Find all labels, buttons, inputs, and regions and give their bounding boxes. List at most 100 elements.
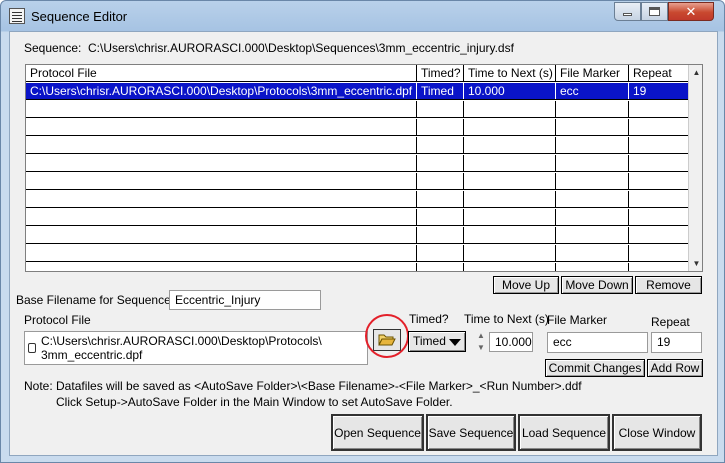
stepper-down-icon[interactable]: ▼ — [474, 342, 488, 354]
table-cell — [26, 209, 417, 225]
note-line-1: Note: Datafiles will be saved as <AutoSa… — [24, 379, 582, 393]
sequence-path: C:\Users\chrisr.AURORASCI.000\Desktop\Se… — [88, 41, 514, 55]
protocol-file-path[interactable]: C:\Users\chrisr.AURORASCI.000\Desktop\Pr… — [24, 331, 368, 365]
table-cell — [556, 227, 629, 243]
table-cell — [556, 209, 629, 225]
time-to-next-input[interactable]: 10.000 — [489, 332, 533, 352]
table-row[interactable]: C:\Users\chrisr.AURORASCI.000\Desktop\Pr… — [26, 83, 688, 100]
table-cell — [417, 155, 464, 171]
maximize-button[interactable] — [641, 2, 668, 21]
open-sequence-button[interactable]: Open Sequence — [331, 414, 424, 451]
protocol-file-path-line1: C:\Users\chrisr.AURORASCI.000\Desktop\Pr… — [41, 334, 322, 348]
table-cell — [417, 119, 464, 135]
scroll-up-icon[interactable]: ▲ — [689, 65, 702, 80]
sequence-table[interactable]: Protocol File Timed? Time to Next (s) Fi… — [25, 64, 703, 272]
table-row[interactable] — [26, 191, 688, 208]
repeat-input[interactable]: 19 — [651, 332, 702, 353]
table-row[interactable] — [26, 263, 688, 271]
timed-label: Timed? — [409, 312, 449, 326]
table-cell — [556, 155, 629, 171]
table-row[interactable] — [26, 209, 688, 226]
timed-dropdown-value: Timed — [413, 334, 446, 348]
table-cell — [556, 119, 629, 135]
table-cell — [417, 173, 464, 189]
time-stepper[interactable]: ▲ ▼ — [474, 330, 488, 354]
base-filename-label: Base Filename for Sequence — [16, 293, 171, 307]
table-row[interactable] — [26, 101, 688, 118]
time-to-next-label: Time to Next (s) — [464, 312, 549, 326]
table-cell — [556, 173, 629, 189]
scroll-down-icon[interactable]: ▼ — [689, 256, 702, 271]
table-cell — [26, 263, 417, 271]
close-window-button[interactable]: Close Window — [612, 414, 702, 451]
window-title: Sequence Editor — [31, 9, 128, 24]
table-cell — [464, 119, 556, 135]
load-sequence-button[interactable]: Load Sequence — [518, 414, 610, 451]
table-cell — [464, 227, 556, 243]
app-icon — [9, 8, 25, 24]
cell-repeat: 19 — [633, 84, 647, 98]
table-row[interactable] — [26, 227, 688, 244]
base-filename-input[interactable]: Eccentric_Injury — [169, 290, 321, 310]
title-bar[interactable]: Sequence Editor ✕ — [1, 1, 724, 31]
close-icon: ✕ — [685, 3, 697, 19]
move-up-button[interactable]: Move Up — [493, 276, 559, 294]
file-marker-input[interactable]: ecc — [547, 332, 648, 353]
table-scrollbar[interactable]: ▲ ▼ — [688, 65, 702, 271]
table-cell — [464, 263, 556, 271]
table-cell — [556, 101, 629, 117]
minimize-icon — [623, 13, 632, 16]
table-cell — [26, 191, 417, 207]
table-cell — [629, 119, 688, 135]
close-window-x-button[interactable]: ✕ — [668, 2, 714, 21]
table-cell — [556, 263, 629, 271]
table-cell — [464, 101, 556, 117]
commit-changes-button[interactable]: Commit Changes — [545, 359, 645, 377]
table-row[interactable] — [26, 245, 688, 262]
minimize-button[interactable] — [614, 2, 641, 21]
stepper-up-icon[interactable]: ▲ — [474, 330, 488, 342]
table-cell — [417, 101, 464, 117]
remove-button[interactable]: Remove — [635, 276, 702, 294]
table-row[interactable] — [26, 155, 688, 172]
table-cell — [417, 263, 464, 271]
table-cell — [556, 245, 629, 261]
chevron-down-icon — [449, 339, 461, 346]
table-cell — [629, 191, 688, 207]
table-cell — [417, 209, 464, 225]
table-cell — [629, 227, 688, 243]
table-row[interactable] — [26, 137, 688, 154]
maximize-icon — [649, 7, 660, 16]
header-protocol-file: Protocol File — [26, 65, 417, 81]
timed-dropdown[interactable]: Timed — [408, 331, 466, 352]
table-cell — [629, 101, 688, 117]
save-sequence-button[interactable]: Save Sequence — [426, 414, 516, 451]
table-cell — [26, 173, 417, 189]
table-row[interactable] — [26, 119, 688, 136]
header-timed: Timed? — [417, 65, 464, 81]
cell-file-marker: ecc — [556, 83, 629, 99]
protocol-file-path-line2: 3mm_eccentric.dpf — [41, 348, 143, 362]
cell-protocol-file: C:\Users\chrisr.AURORASCI.000\Desktop\Pr… — [26, 83, 417, 99]
header-time-to-next: Time to Next (s) — [464, 65, 556, 81]
table-cell — [629, 137, 688, 153]
move-down-button[interactable]: Move Down — [561, 276, 633, 294]
table-cell — [629, 155, 688, 171]
table-cell — [26, 137, 417, 153]
client-area: Sequence: C:\Users\chrisr.AURORASCI.000\… — [9, 31, 718, 456]
table-cell — [417, 137, 464, 153]
sequence-label: Sequence: — [24, 41, 82, 55]
cell-time-to-next: 10.000 — [464, 83, 556, 99]
protocol-file-label: Protocol File — [24, 313, 91, 327]
table-cell — [417, 191, 464, 207]
table-cell — [464, 245, 556, 261]
table-cell — [26, 227, 417, 243]
table-cell — [629, 263, 688, 271]
table-cell — [629, 209, 688, 225]
add-row-button[interactable]: Add Row — [647, 359, 703, 377]
highlight-circle — [365, 314, 409, 358]
table-cell — [464, 191, 556, 207]
header-repeat: Repeat — [633, 66, 672, 80]
table-cell — [417, 227, 464, 243]
table-row[interactable] — [26, 173, 688, 190]
